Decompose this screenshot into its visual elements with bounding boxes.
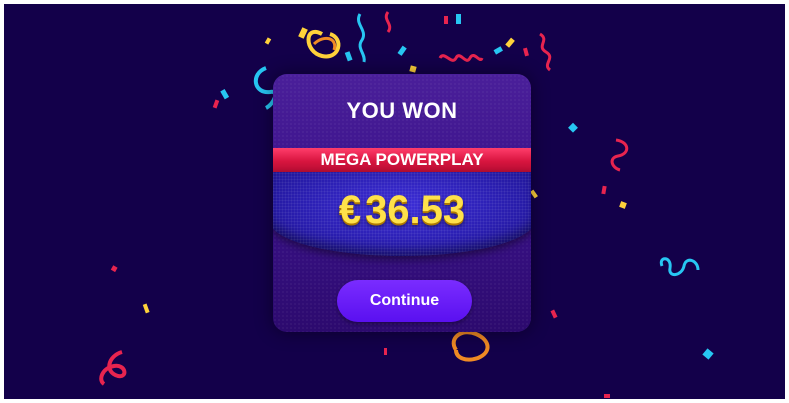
prize-value: 36.53 <box>365 188 466 232</box>
prize-amount: €36.53 <box>273 188 531 233</box>
game-name-banner: MEGA POWERPLAY <box>273 148 531 172</box>
prize-panel: €36.53 <box>273 172 531 256</box>
currency-symbol: € <box>338 188 362 232</box>
win-title: YOU WON <box>346 98 458 123</box>
continue-button[interactable]: Continue <box>337 280 472 322</box>
win-screen: YOU WON MEGA POWERPLAY €36.53 Continue <box>4 4 785 399</box>
win-dialog: YOU WON MEGA POWERPLAY €36.53 Continue <box>273 74 531 332</box>
